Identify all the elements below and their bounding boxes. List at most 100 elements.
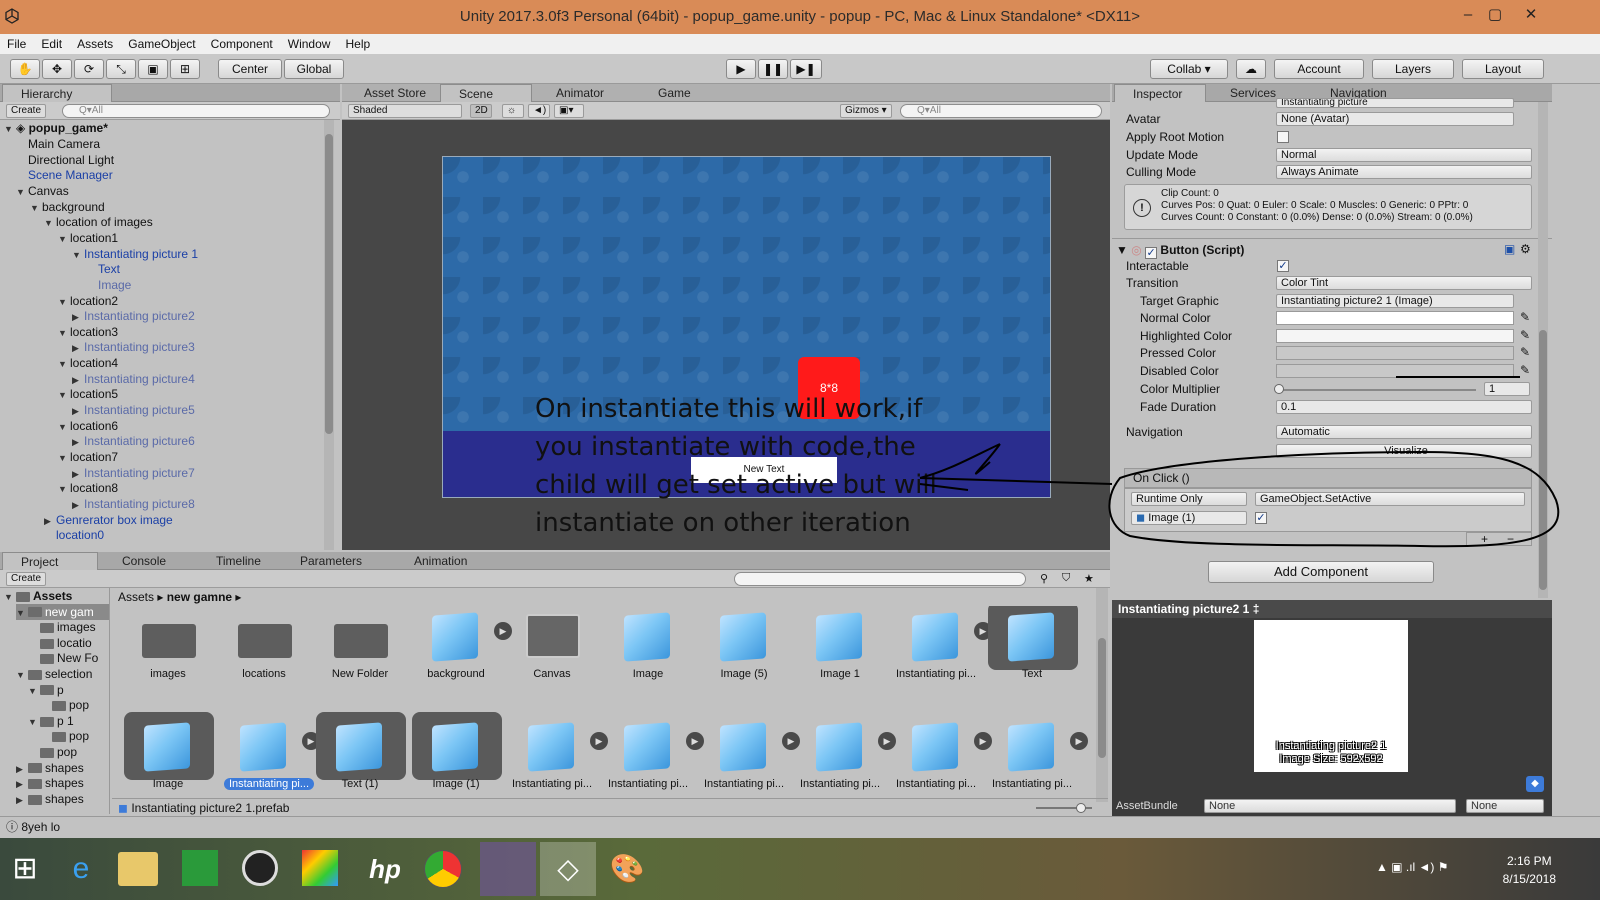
menu-help[interactable]: Help <box>341 34 376 54</box>
foldout-arrow-icon[interactable]: ▼ <box>1116 243 1128 257</box>
asset-item[interactable]: Instantiating pi... <box>216 716 314 802</box>
asset-item[interactable]: Image 1 <box>792 606 888 702</box>
hierarchy-search-input[interactable]: Q▾All <box>62 104 330 118</box>
asset-item[interactable]: Instantiating pi... <box>888 606 984 702</box>
menu-component[interactable]: Component <box>206 34 278 54</box>
hierarchy-item[interactable]: location0 <box>44 527 104 543</box>
asset-item[interactable]: Text (1) <box>312 716 408 802</box>
camera-app-icon[interactable] <box>242 850 278 886</box>
effects-icon[interactable]: ▣▾ <box>554 104 584 118</box>
hierarchy-item[interactable]: ▶ Instantiating picture7 <box>72 465 195 481</box>
hierarchy-item[interactable]: Main Camera <box>16 136 100 152</box>
layout-dropdown[interactable]: Layout <box>1462 59 1544 79</box>
pause-icon[interactable]: ❚❚ <box>758 59 788 79</box>
expanded-arrow-icon[interactable]: ▼ <box>58 481 70 497</box>
menu-file[interactable]: File <box>2 34 31 54</box>
tab-scene[interactable]: Scene <box>440 84 532 102</box>
asset-item[interactable]: Instantiating pi... <box>984 716 1080 802</box>
expanded-arrow-icon[interactable]: ▼ <box>16 184 28 200</box>
move-tool-icon[interactable]: ✥ <box>42 59 72 79</box>
tray-icons[interactable]: ▲ ▣ .ıl ◄) ⚑ <box>1376 860 1449 874</box>
collapsed-arrow-icon[interactable]: ▶ <box>72 340 84 356</box>
asset-item[interactable]: New Folder <box>312 606 408 702</box>
asset-item[interactable]: Text <box>984 606 1080 702</box>
folder-arrow-icon[interactable]: ▶ <box>16 792 28 808</box>
hierarchy-scroll-thumb[interactable] <box>325 134 333 434</box>
scene-search-input[interactable]: Q▾All <box>900 104 1102 118</box>
menu-gameobject[interactable]: GameObject <box>123 34 200 54</box>
layers-dropdown[interactable]: Layers <box>1372 59 1454 79</box>
remove-event-button[interactable]: − <box>1507 533 1514 545</box>
pressed-color-swatch[interactable] <box>1276 346 1514 360</box>
breadcrumb-folder[interactable]: new gamne <box>167 590 232 604</box>
apply-root-motion-checkbox[interactable] <box>1277 131 1289 143</box>
store-icon[interactable] <box>182 850 218 886</box>
asset-item[interactable]: Instantiating pi... <box>600 716 696 802</box>
hierarchy-create-button[interactable]: Create <box>6 104 47 118</box>
hierarchy-item[interactable]: ▼ location2 <box>58 293 118 309</box>
help-icon[interactable]: ▣ <box>1504 242 1515 256</box>
collab-button[interactable]: Collab ▾ <box>1150 59 1228 79</box>
setactive-checkbox[interactable]: ✓ <box>1255 512 1267 524</box>
controller-field[interactable]: Instantiating picture <box>1276 98 1514 108</box>
tab-animation[interactable]: Animation <box>396 552 492 570</box>
transition-dropdown[interactable]: Color Tint <box>1276 276 1532 290</box>
eyedropper-icon[interactable]: ✎ <box>1520 310 1530 324</box>
hierarchy-item[interactable]: ▼ Canvas <box>16 183 69 199</box>
hierarchy-item[interactable]: ▶ Instantiating picture6 <box>72 433 195 449</box>
hierarchy-item[interactable]: ▼ location3 <box>58 324 118 340</box>
rect-tool-icon[interactable]: ▣ <box>138 59 168 79</box>
add-component-button[interactable]: Add Component <box>1208 561 1434 583</box>
close-button[interactable]: ✕ <box>1516 4 1546 26</box>
pivot-center-button[interactable]: Center <box>218 59 282 79</box>
asset-item[interactable]: Instantiating pi... <box>792 716 888 802</box>
culling-mode-dropdown[interactable]: Always Animate <box>1276 165 1532 179</box>
tag-icon[interactable]: ◆ <box>1526 776 1544 792</box>
expanded-arrow-icon[interactable]: ▼ <box>72 247 84 263</box>
tab-project[interactable]: Project <box>2 552 98 570</box>
mode-2d-toggle[interactable]: 2D <box>470 104 492 118</box>
taskbar-clock[interactable]: 2:16 PM 8/15/2018 <box>1503 852 1556 888</box>
hierarchy-item[interactable]: Text <box>86 261 120 277</box>
photo-app-icon[interactable] <box>302 850 338 886</box>
folder-arrow-icon[interactable]: ▼ <box>16 667 28 683</box>
asset-item[interactable]: Instantiating pi... <box>696 716 792 802</box>
folder-arrow-icon[interactable]: ▶ <box>16 776 28 792</box>
expanded-arrow-icon[interactable]: ▼ <box>58 387 70 403</box>
hierarchy-item[interactable]: Directional Light <box>16 152 114 168</box>
asset-item[interactable]: Image (1) <box>408 716 504 802</box>
visualize-button[interactable]: Visualize <box>1276 444 1532 458</box>
hierarchy-item[interactable]: ▶ Instantiating picture5 <box>72 402 195 418</box>
hierarchy-item[interactable]: ▼ location1 <box>58 230 118 246</box>
project-folder-item[interactable]: New Fo <box>28 650 98 666</box>
icon-size-thumb[interactable] <box>1076 803 1086 813</box>
hand-tool-icon[interactable]: ✋ <box>10 59 40 79</box>
eyedropper-icon[interactable]: ✎ <box>1520 328 1530 342</box>
folder-arrow-icon[interactable]: ▼ <box>4 589 16 605</box>
file-explorer-icon[interactable] <box>118 852 158 886</box>
tab-parameters[interactable]: Parameters <box>282 552 378 570</box>
light-icon[interactable]: ☼ <box>502 104 524 118</box>
expanded-arrow-icon[interactable]: ▼ <box>58 356 70 372</box>
expanded-arrow-icon[interactable]: ▼ <box>30 200 42 216</box>
play-icon[interactable]: ▶ <box>726 59 756 79</box>
folder-arrow-icon[interactable]: ▼ <box>28 683 40 699</box>
inspector-scrollbar[interactable] <box>1538 102 1548 598</box>
pivot-global-button[interactable]: Global <box>284 59 344 79</box>
eyedropper-icon[interactable]: ✎ <box>1520 345 1530 359</box>
update-mode-dropdown[interactable]: Normal <box>1276 148 1532 162</box>
rotate-tool-icon[interactable]: ⟳ <box>74 59 104 79</box>
runtime-dropdown[interactable]: Runtime Only <box>1131 492 1247 506</box>
navigation-dropdown[interactable]: Automatic <box>1276 425 1532 439</box>
asset-item[interactable]: images <box>120 606 216 702</box>
transform-tool-icon[interactable]: ⊞ <box>170 59 200 79</box>
hierarchy-item[interactable]: Image <box>86 277 131 293</box>
collapsed-arrow-icon[interactable]: ▶ <box>72 403 84 419</box>
project-folder-item[interactable]: pop <box>40 697 89 713</box>
menu-window[interactable]: Window <box>283 34 336 54</box>
normal-color-swatch[interactable] <box>1276 311 1514 325</box>
hierarchy-item[interactable]: ▼ location6 <box>58 418 118 434</box>
project-folder-item[interactable]: ▼ Assets <box>4 588 72 604</box>
tab-asset-store[interactable]: Asset Store <box>346 84 438 102</box>
hierarchy-item[interactable]: ▼ location8 <box>58 480 118 496</box>
